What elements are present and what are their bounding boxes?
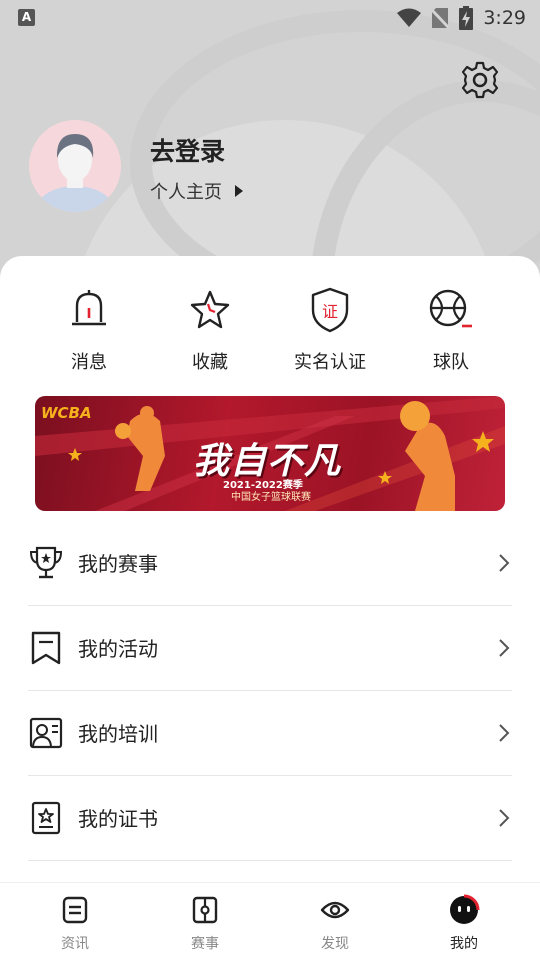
- verify-badge-text: 证: [322, 302, 338, 321]
- chevron-right-icon: [499, 808, 510, 827]
- settings-gear-icon[interactable]: [460, 60, 500, 100]
- bottom-navigation: 资讯 赛事 发现 我的: [0, 882, 540, 961]
- menu-label: 我的证书: [78, 807, 158, 831]
- profile-home-label: 个人主页: [150, 182, 222, 203]
- profile-header: A 3:29 去登录 个人主页: [0, 0, 540, 300]
- app-notification-icon: A: [18, 9, 35, 26]
- menu-label: 我的活动: [78, 637, 158, 661]
- menu-label: 我的赛事: [78, 552, 158, 576]
- tab-label: 发现: [321, 936, 349, 952]
- banner-logo: WCBA: [41, 404, 92, 422]
- login-button[interactable]: 去登录: [150, 132, 225, 168]
- basketball-icon: [429, 289, 472, 328]
- status-time: 3:29: [483, 7, 526, 29]
- news-icon: [62, 896, 88, 924]
- training-icon: [29, 717, 63, 748]
- quick-action-messages[interactable]: 消息: [29, 284, 149, 374]
- menu-my-training[interactable]: 我的培训: [28, 690, 512, 776]
- tab-news[interactable]: 资讯: [35, 895, 115, 953]
- certificate-icon: [31, 801, 61, 834]
- star-icon: [190, 290, 230, 329]
- trophy-icon: [29, 546, 63, 578]
- tab-discover[interactable]: 发现: [295, 895, 375, 953]
- quick-action-label: 消息: [71, 352, 107, 373]
- chevron-right-icon: [499, 638, 510, 657]
- profile-home-link[interactable]: 个人主页: [150, 178, 244, 204]
- quick-action-label: 收藏: [192, 352, 228, 373]
- menu-my-matches[interactable]: 我的赛事: [28, 520, 512, 606]
- triangle-right-icon: [235, 185, 243, 197]
- eye-icon: [320, 901, 350, 919]
- default-user-avatar-icon: [35, 134, 115, 212]
- no-sim-icon: [431, 7, 450, 29]
- verify-shield-icon: 证: [311, 287, 349, 333]
- chevron-right-icon: [499, 723, 510, 742]
- tab-label: 我的: [450, 936, 478, 952]
- banner-league: 中国女子篮球联赛: [231, 492, 311, 503]
- tab-matches[interactable]: 赛事: [165, 895, 245, 953]
- menu-label: 我的培训: [78, 722, 158, 746]
- me-icon: [450, 894, 480, 924]
- bookmark-icon: [31, 631, 61, 664]
- quick-action-label: 球队: [433, 352, 469, 373]
- promo-banner[interactable]: WCBA 我自不凡 2021-2022赛季 中国女子篮球联赛: [35, 396, 505, 511]
- bell-icon: [72, 290, 106, 326]
- tab-label: 资讯: [61, 936, 89, 952]
- wifi-icon: [397, 8, 422, 27]
- avatar[interactable]: [29, 120, 121, 212]
- status-bar: A 3:29: [0, 0, 540, 36]
- quick-action-label: 实名认证: [294, 352, 366, 373]
- menu-my-activities[interactable]: 我的活动: [28, 605, 512, 691]
- tab-me[interactable]: 我的: [424, 894, 504, 953]
- battery-charging-icon: [459, 6, 474, 30]
- quick-action-verification[interactable]: 证 实名认证: [270, 284, 390, 374]
- menu-my-certificates[interactable]: 我的证书: [28, 775, 512, 861]
- match-icon: [192, 896, 218, 924]
- quick-action-favorites[interactable]: 收藏: [150, 284, 270, 374]
- chevron-right-icon: [499, 553, 510, 572]
- tab-label: 赛事: [191, 936, 219, 952]
- quick-action-team[interactable]: 球队: [391, 284, 511, 374]
